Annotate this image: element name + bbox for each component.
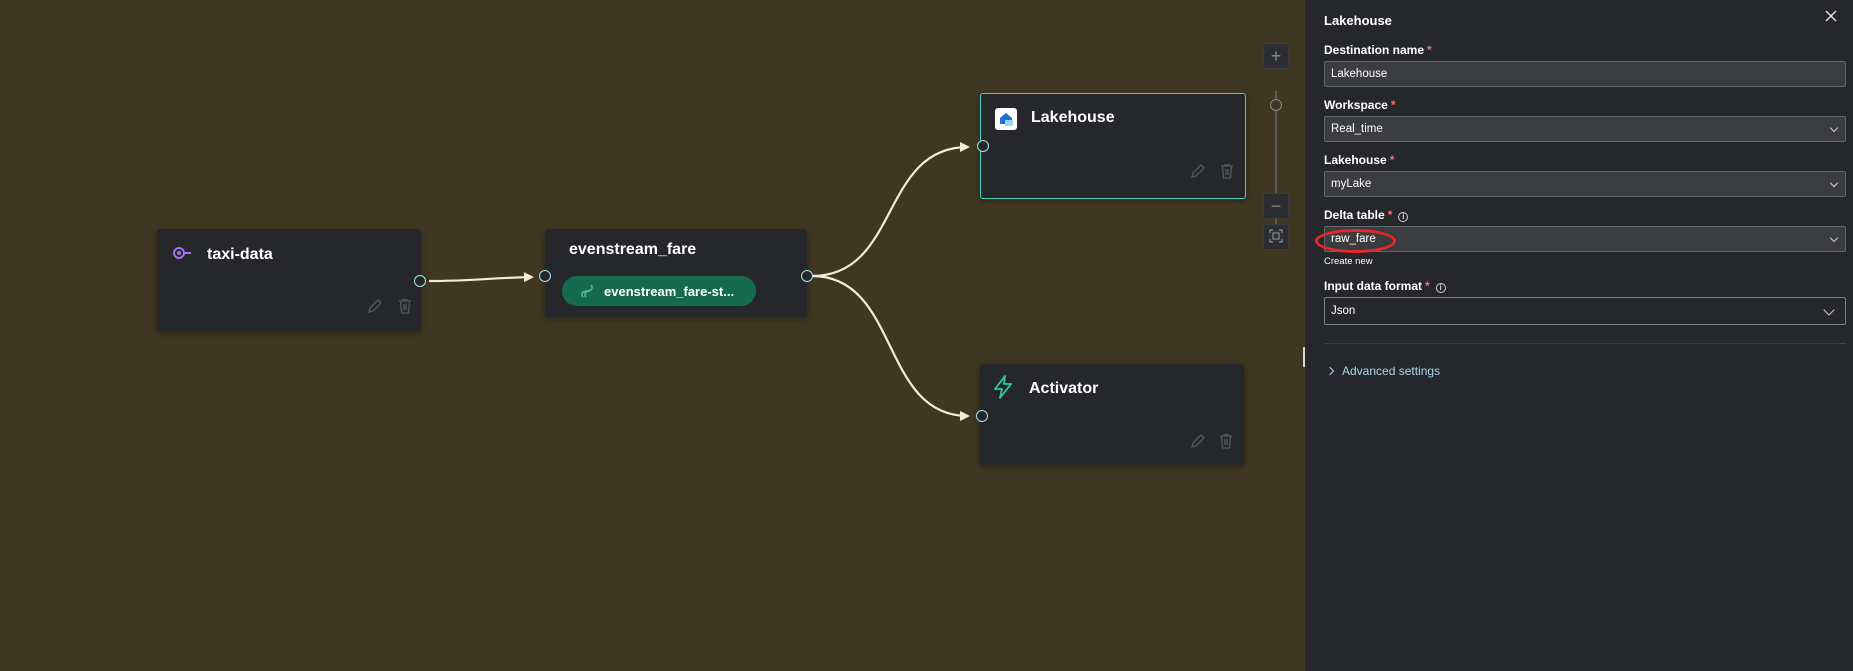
- output-port[interactable]: [801, 270, 813, 282]
- edit-icon[interactable]: [1187, 160, 1209, 182]
- edit-icon[interactable]: [364, 295, 386, 317]
- workspace-label: Workspace *: [1324, 98, 1396, 112]
- lakehouse-destination-node[interactable]: Lakehouse: [977, 93, 1246, 199]
- zoom-in-button[interactable]: +: [1263, 43, 1289, 69]
- delta-table-label: Delta table * i: [1324, 208, 1409, 222]
- input-port[interactable]: [976, 410, 988, 422]
- node-title: Activator: [1029, 380, 1099, 397]
- chevron-right-icon: [1325, 366, 1335, 376]
- lightning-icon: [992, 375, 1014, 399]
- create-new-link[interactable]: Create new: [1324, 256, 1373, 267]
- edge-stream-to-activator: [811, 274, 970, 421]
- node-title: Lakehouse: [1031, 109, 1115, 126]
- zoom-out-button[interactable]: −: [1263, 193, 1289, 219]
- input-data-format-select[interactable]: Json: [1324, 297, 1846, 325]
- activator-destination-node[interactable]: Activator: [976, 364, 1244, 465]
- edge-source-to-stream: [428, 272, 534, 283]
- destination-name-input[interactable]: Lakehouse: [1324, 61, 1846, 87]
- edge-stream-to-lakehouse: [811, 142, 970, 278]
- delta-table-select[interactable]: raw_fare: [1324, 226, 1846, 252]
- edit-icon[interactable]: [1187, 430, 1209, 452]
- delete-icon[interactable]: [1216, 160, 1238, 182]
- annotation-circle: [1315, 229, 1396, 253]
- node-title: evenstream_fare: [569, 241, 697, 258]
- stream-chip[interactable]: evenstream_fare-st...: [562, 276, 756, 306]
- chip-label: evenstream_fare-st...: [604, 283, 735, 299]
- node-title: taxi-data: [207, 246, 273, 263]
- input-port[interactable]: [977, 140, 989, 152]
- lakehouse-icon: [995, 108, 1017, 130]
- close-icon: [1821, 10, 1841, 30]
- zoom-slider-thumb[interactable]: [1270, 99, 1282, 111]
- output-port[interactable]: [414, 275, 426, 287]
- workspace-select[interactable]: Real_time: [1324, 116, 1846, 142]
- delete-icon[interactable]: [1215, 430, 1237, 452]
- input-data-format-label: Input data format * i: [1324, 279, 1446, 293]
- info-icon[interactable]: i: [1398, 212, 1409, 222]
- fit-to-screen-icon: [1269, 227, 1283, 248]
- lakehouse-select[interactable]: myLake: [1324, 171, 1846, 197]
- eventstream-canvas[interactable]: taxi-data evenstream_fare evenstream_far…: [0, 0, 1305, 671]
- info-icon[interactable]: i: [1435, 283, 1446, 293]
- delete-icon[interactable]: [394, 295, 416, 317]
- close-button[interactable]: [1821, 6, 1841, 26]
- eventstream-icon: [576, 280, 598, 302]
- advanced-settings-toggle[interactable]: Advanced settings: [1325, 364, 1440, 378]
- lakehouse-label: Lakehouse *: [1324, 153, 1395, 167]
- destination-settings-panel: Lakehouse Destination name * Lakehouse Wo…: [1305, 0, 1853, 671]
- panel-title: Lakehouse: [1324, 13, 1392, 28]
- eventstream-node[interactable]: evenstream_fare evenstream_fare-st...: [539, 229, 813, 317]
- divider: [1324, 343, 1846, 344]
- fit-to-screen-button[interactable]: [1263, 224, 1289, 250]
- custom-endpoint-icon: [170, 242, 192, 264]
- destination-name-label: Destination name *: [1324, 43, 1432, 57]
- source-node-taxi-data[interactable]: taxi-data: [157, 229, 426, 331]
- input-port[interactable]: [539, 270, 551, 282]
